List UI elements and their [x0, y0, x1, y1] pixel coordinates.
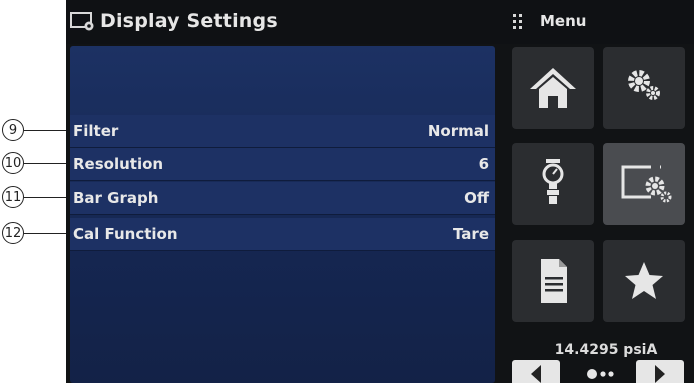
callout-number: 9 [2, 119, 24, 141]
callout-10: 10 [0, 152, 70, 176]
setting-row-filter[interactable]: Filter Normal [70, 115, 495, 148]
callout-leader-line [24, 130, 70, 132]
star-icon [625, 262, 663, 299]
menu-label: Menu [540, 12, 587, 30]
arrow-left-icon [531, 365, 541, 383]
page-title: Display Settings [100, 10, 278, 32]
setting-row-resolution[interactable]: Resolution 6 [70, 148, 495, 181]
callout-number: 12 [2, 222, 24, 244]
document-tile[interactable] [512, 240, 594, 322]
setting-label: Filter [73, 122, 119, 140]
callout-11: 11 [0, 186, 70, 210]
settings-tile[interactable] [603, 47, 685, 129]
setting-value: Normal [427, 122, 489, 140]
title-bar: Display Settings [66, 0, 502, 44]
arrow-right-icon [655, 365, 665, 383]
setting-value: 6 [478, 155, 489, 173]
home-icon [530, 68, 576, 108]
favorites-tile[interactable] [603, 240, 685, 322]
settings-panel: Filter Normal Resolution 6 Bar Graph Off… [70, 46, 495, 383]
next-page-button[interactable] [636, 360, 684, 383]
sensor-tile[interactable] [512, 143, 594, 225]
callout-number: 11 [2, 186, 24, 208]
pressure-sensor-icon [542, 159, 564, 204]
callout-leader-line [24, 163, 70, 165]
display-settings-icon [70, 12, 94, 31]
callout-9: 9 [0, 119, 70, 143]
setting-value: Off [464, 189, 489, 207]
previous-page-button[interactable] [512, 360, 560, 383]
callout-leader-line [24, 197, 70, 199]
setting-row-cal-function[interactable]: Cal Function Tare [70, 218, 495, 251]
nav-bar [502, 360, 694, 383]
menu-grid-icon[interactable] [512, 13, 524, 29]
page-indicator-icon [587, 369, 614, 379]
home-tile[interactable] [512, 47, 594, 129]
setting-value: Tare [453, 225, 489, 243]
setting-row-bar-graph[interactable]: Bar Graph Off [70, 182, 495, 215]
display-settings-tile[interactable] [603, 143, 685, 225]
menu-bar: Menu [502, 0, 694, 44]
pressure-readout: 14.4295 psiA [554, 342, 658, 358]
setting-label: Resolution [73, 155, 164, 173]
callout-leader-line [24, 233, 70, 235]
gears-settings-icon [628, 70, 660, 100]
setting-label: Cal Function [73, 225, 178, 243]
callout-number: 10 [2, 152, 24, 174]
callout-12: 12 [0, 222, 70, 246]
setting-label: Bar Graph [73, 189, 159, 207]
device-screen: Display Settings Filter Normal Resolutio… [66, 0, 694, 383]
document-icon [541, 259, 567, 303]
display-settings-icon [621, 165, 672, 203]
